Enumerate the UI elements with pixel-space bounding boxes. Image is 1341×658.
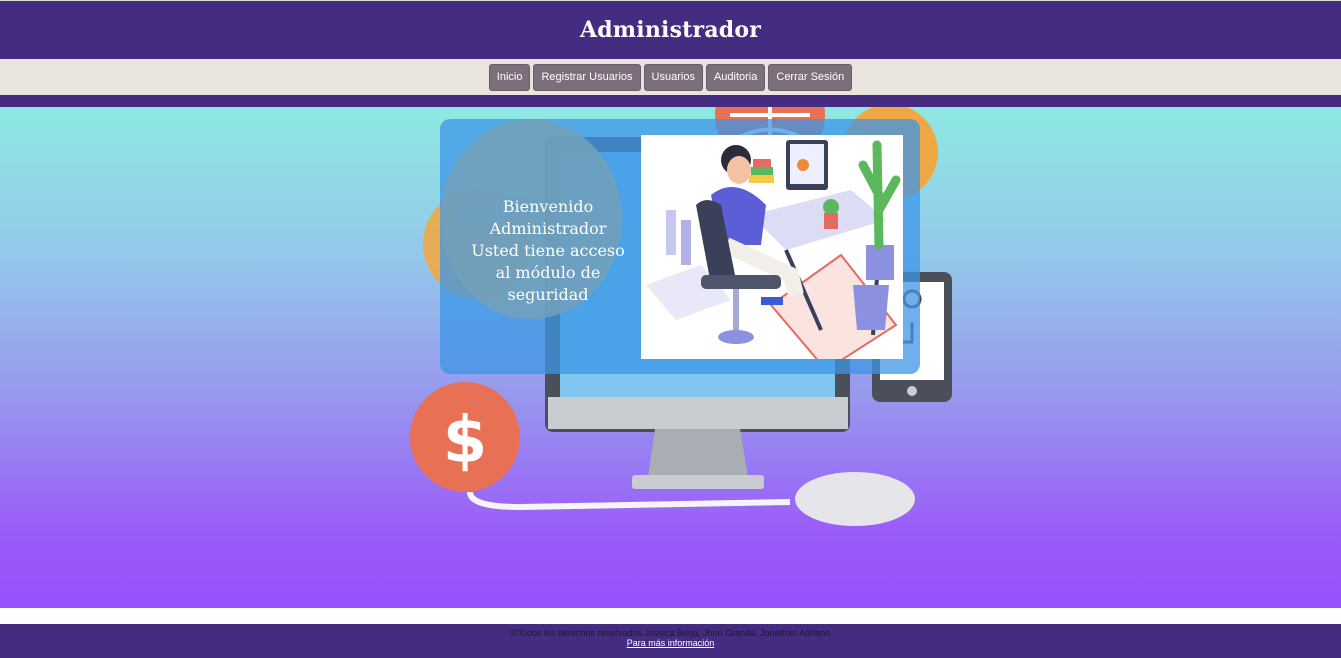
header-divider [0,95,1341,107]
content-spacer [0,608,1341,624]
nav-inicio-button[interactable]: Inicio [488,63,531,91]
main-nav: Inicio Registrar Usuarios Usuarios Audit… [0,59,1341,95]
hero-banner: $ Bienvenido Administrador Usted tiene a… [0,107,1341,608]
welcome-line: al módulo de [495,263,601,282]
welcome-line: Usted tiene acceso [471,241,625,260]
footer-more-info-link[interactable]: Para más información [627,638,715,648]
welcome-card: Bienvenido Administrador Usted tiene acc… [440,119,920,374]
page-footer: ©Todos los derechos reservados Jessica B… [0,624,1341,658]
welcome-line: Bienvenido [502,197,594,216]
nav-usuarios-button[interactable]: Usuarios [643,63,703,91]
svg-text:$: $ [443,404,488,478]
page-title: Administrador [579,17,762,43]
welcome-line: seguridad [507,285,589,304]
footer-copyright: ©Todos los derechos reservados Jessica B… [510,628,831,638]
page-header: Administrador [0,0,1341,59]
admin-workspace-illustration [641,135,903,372]
welcome-message: Bienvenido Administrador Usted tiene acc… [468,196,628,306]
nav-registrar-usuarios-button[interactable]: Registrar Usuarios [533,63,641,91]
welcome-line: Administrador [489,219,607,238]
nav-auditoria-button[interactable]: Auditoria [705,63,766,91]
nav-cerrar-sesion-button[interactable]: Cerrar Sesión [768,63,853,91]
